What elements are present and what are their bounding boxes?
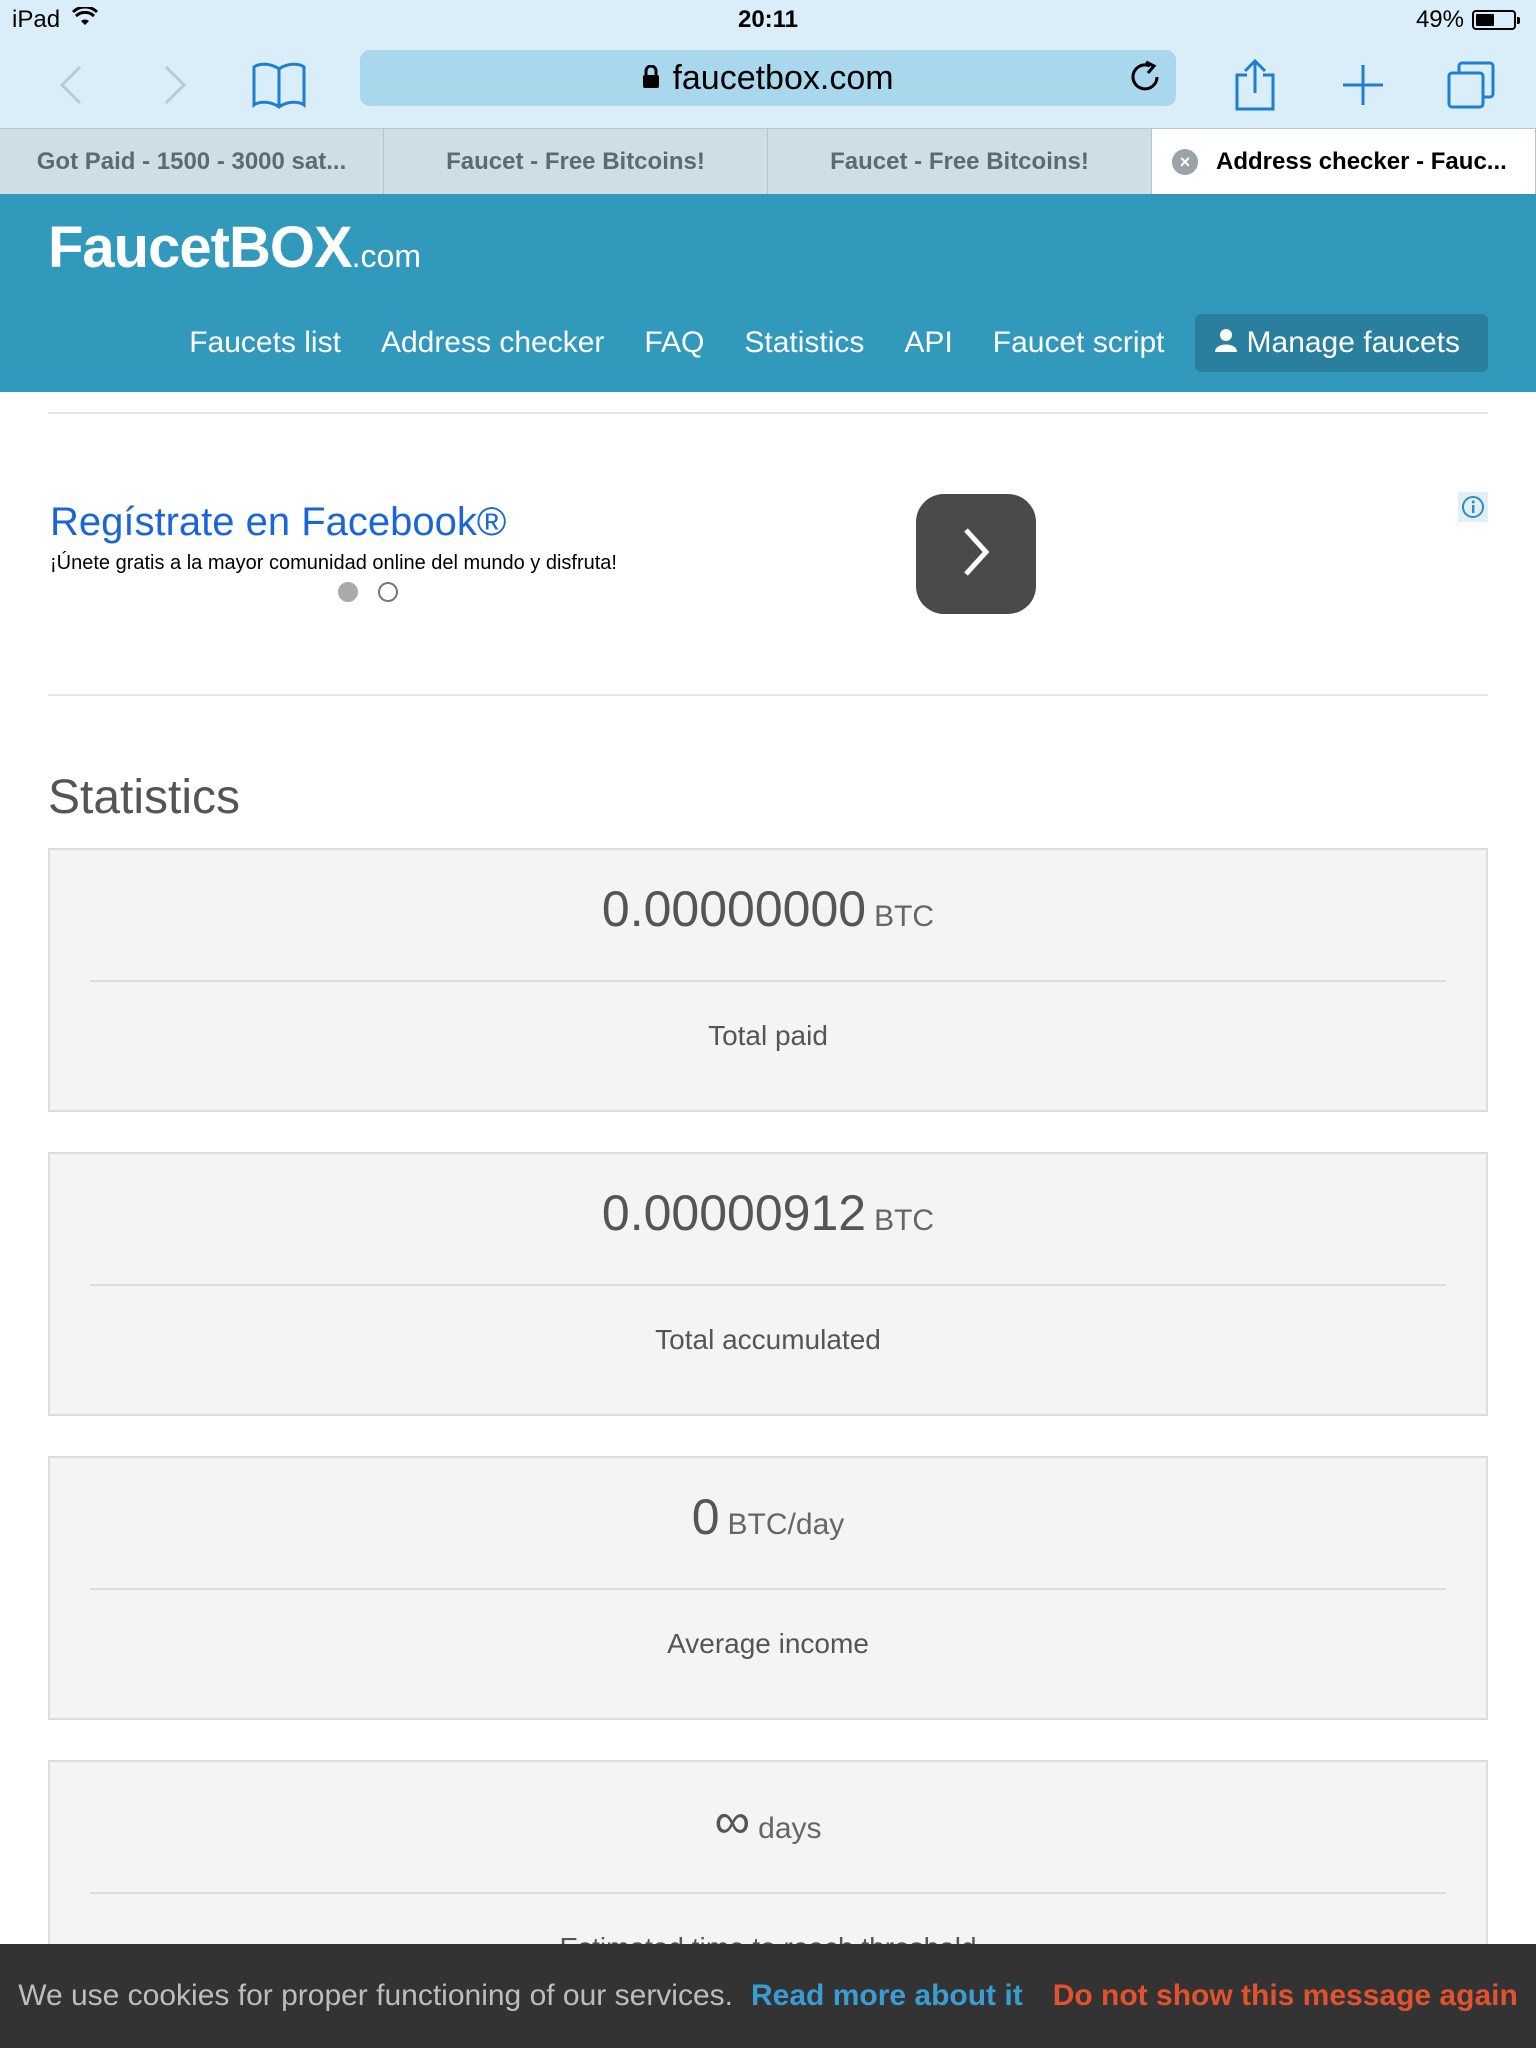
main-nav: Faucets list Address checker FAQ Statist… bbox=[149, 314, 1488, 372]
url-text: faucetbox.com bbox=[672, 58, 894, 97]
battery-percent: 49% bbox=[1415, 6, 1464, 33]
site-header: FaucetBOX.com Faucets list Address check… bbox=[0, 194, 1536, 392]
tab-address-checker[interactable]: × Address checker - Fauc... bbox=[1152, 129, 1536, 195]
cookie-read-more-link[interactable]: Read more about it bbox=[751, 1979, 1023, 2013]
tab-faucet-2[interactable]: Faucet - Free Bitcoins! bbox=[768, 129, 1152, 195]
clock: 20:11 bbox=[737, 6, 799, 33]
nav-faucets-list[interactable]: Faucets list bbox=[189, 326, 341, 360]
tab-faucet-1[interactable]: Faucet - Free Bitcoins! bbox=[384, 129, 768, 195]
nav-faucet-script[interactable]: Faucet script bbox=[993, 326, 1165, 360]
nav-api[interactable]: API bbox=[904, 326, 952, 360]
page-title: Statistics bbox=[48, 771, 241, 824]
stat-card-total-paid: 0.00000000 BTC Total paid bbox=[48, 848, 1488, 1112]
cookie-dismiss-link[interactable]: Do not show this message again bbox=[1053, 1979, 1518, 2013]
battery-icon bbox=[1472, 10, 1520, 30]
ad-next-button[interactable] bbox=[916, 494, 1036, 614]
bookmarks-icon[interactable] bbox=[244, 50, 314, 120]
nav-faq[interactable]: FAQ bbox=[644, 326, 704, 360]
stat-card-total-accumulated: 0.00000912 BTC Total accumulated bbox=[48, 1152, 1488, 1416]
stat-label: Total accumulated bbox=[655, 1324, 881, 1355]
nav-statistics[interactable]: Statistics bbox=[744, 326, 864, 360]
ad-subtitle: ¡Únete gratis a la mayor comunidad onlin… bbox=[50, 552, 617, 574]
lock-icon bbox=[642, 59, 660, 98]
stat-card-average-income: 0 BTC/day Average income bbox=[48, 1456, 1488, 1720]
stat-value: ∞ bbox=[714, 1793, 751, 1849]
reload-icon[interactable] bbox=[1128, 60, 1162, 103]
stat-unit: BTC/day bbox=[727, 1508, 845, 1541]
back-icon[interactable] bbox=[36, 50, 106, 120]
user-icon bbox=[1214, 326, 1237, 360]
address-bar[interactable]: faucetbox.com bbox=[360, 50, 1176, 106]
manage-faucets-button[interactable]: Manage faucets bbox=[1194, 314, 1488, 372]
ad-info-icon[interactable] bbox=[1458, 492, 1488, 522]
stat-label: Average income bbox=[667, 1628, 869, 1659]
tab-strip: Got Paid - 1500 - 3000 sat... Faucet - F… bbox=[0, 128, 1536, 195]
new-tab-icon[interactable] bbox=[1328, 50, 1398, 120]
chevron-right-icon bbox=[956, 524, 996, 585]
stat-value: 0 bbox=[691, 1489, 720, 1545]
ad-title[interactable]: Regístrate en Facebook® bbox=[50, 500, 506, 545]
divider-ad-bottom bbox=[48, 694, 1488, 696]
stat-label: Total paid bbox=[708, 1020, 828, 1051]
cookie-banner: We use cookies for proper functioning of… bbox=[0, 1944, 1536, 2048]
share-icon[interactable] bbox=[1220, 50, 1290, 120]
status-bar: iPad 20:11 49% bbox=[0, 0, 1536, 40]
stat-value: 0.00000000 bbox=[601, 881, 867, 937]
forward-icon[interactable] bbox=[140, 50, 210, 120]
nav-address-checker[interactable]: Address checker bbox=[381, 326, 604, 360]
ad-pager-dot-active[interactable] bbox=[338, 582, 358, 602]
stat-value: 0.00000912 bbox=[601, 1185, 867, 1241]
tab-got-paid[interactable]: Got Paid - 1500 - 3000 sat... bbox=[0, 129, 384, 195]
ad-pager-dot[interactable] bbox=[378, 582, 398, 602]
ad-banner[interactable]: Regístrate en Facebook® ¡Únete gratis a … bbox=[48, 490, 1488, 640]
tabs-overview-icon[interactable] bbox=[1436, 50, 1506, 120]
divider-top bbox=[48, 412, 1488, 414]
site-logo[interactable]: FaucetBOX.com bbox=[48, 214, 421, 281]
cookie-text: We use cookies for proper functioning of… bbox=[18, 1979, 733, 2012]
stat-unit: BTC bbox=[874, 1204, 935, 1237]
close-tab-icon[interactable]: × bbox=[1172, 149, 1198, 175]
ad-pager bbox=[338, 582, 398, 602]
stat-unit: days bbox=[758, 1812, 822, 1845]
stat-unit: BTC bbox=[874, 900, 935, 933]
